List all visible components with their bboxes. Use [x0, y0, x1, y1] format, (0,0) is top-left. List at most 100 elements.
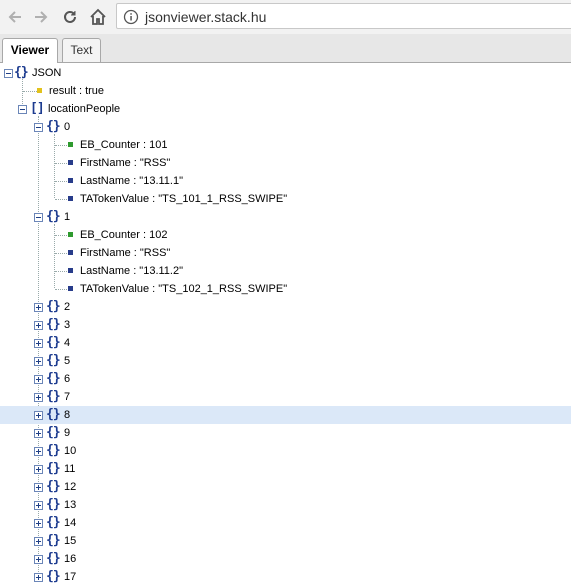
tree-node-lastname[interactable]: LastName : "13.11.1" — [0, 172, 571, 190]
viewer-tabs: Viewer Text — [0, 34, 571, 63]
forward-arrow-icon[interactable] — [30, 6, 52, 28]
tree-node-item-15[interactable]: {} 15 — [0, 532, 571, 550]
boolean-icon — [37, 88, 42, 93]
object-icon: {} — [46, 515, 61, 530]
tree-node-locationpeople[interactable]: [] locationPeople — [0, 100, 571, 118]
info-icon[interactable] — [123, 9, 139, 28]
object-icon: {} — [14, 65, 29, 80]
collapse-icon[interactable] — [34, 213, 43, 222]
object-icon: {} — [46, 353, 61, 368]
collapse-icon[interactable] — [18, 105, 27, 114]
tree-node-item-8[interactable]: {} 8 — [0, 406, 571, 424]
node-label: EB_Counter : 102 — [80, 229, 168, 241]
tree-node-item-12[interactable]: {} 12 — [0, 478, 571, 496]
tree-node-item-10[interactable]: {} 10 — [0, 442, 571, 460]
tree-node-item-4[interactable]: {} 4 — [0, 334, 571, 352]
node-label: 1 — [64, 211, 71, 223]
string-icon — [68, 250, 73, 255]
tree-node-tatokenvalue[interactable]: TATokenValue : "TS_101_1_RSS_SWIPE" — [0, 190, 571, 208]
node-label: JSON — [32, 67, 62, 79]
tree-node-item-16[interactable]: {} 16 — [0, 550, 571, 568]
tree-guide — [55, 271, 67, 272]
tree-node-lastname[interactable]: LastName : "13.11.2" — [0, 262, 571, 280]
tree-node-item-3[interactable]: {} 3 — [0, 316, 571, 334]
node-label: 3 — [64, 319, 71, 331]
address-bar[interactable]: jsonviewer.stack.hu — [116, 3, 571, 29]
expand-icon[interactable] — [34, 501, 43, 510]
node-label: 15 — [64, 535, 77, 547]
tree-node-item-1[interactable]: {} 1 — [0, 208, 571, 226]
object-icon: {} — [46, 119, 61, 134]
expand-icon[interactable] — [34, 483, 43, 492]
browser-toolbar: jsonviewer.stack.hu — [0, 0, 571, 34]
expand-icon[interactable] — [34, 321, 43, 330]
expand-icon[interactable] — [34, 537, 43, 546]
object-icon: {} — [46, 317, 61, 332]
node-label: 14 — [64, 517, 77, 529]
url-text: jsonviewer.stack.hu — [145, 9, 267, 25]
tree-node-item-14[interactable]: {} 14 — [0, 514, 571, 532]
tree-node-eb-counter[interactable]: EB_Counter : 101 — [0, 136, 571, 154]
expand-icon[interactable] — [34, 519, 43, 528]
tree-node-item-7[interactable]: {} 7 — [0, 388, 571, 406]
expand-icon[interactable] — [34, 411, 43, 420]
node-label: 8 — [64, 409, 71, 421]
expand-icon[interactable] — [34, 555, 43, 564]
array-icon: [] — [30, 101, 45, 116]
expand-icon[interactable] — [34, 375, 43, 384]
node-label: 7 — [64, 391, 71, 403]
node-label: 9 — [64, 427, 71, 439]
expand-icon[interactable] — [34, 393, 43, 402]
node-label: 6 — [64, 373, 71, 385]
expand-icon[interactable] — [34, 447, 43, 456]
node-label: result : true — [49, 85, 105, 97]
tree-node-item-2[interactable]: {} 2 — [0, 298, 571, 316]
home-icon[interactable] — [87, 6, 109, 28]
tree-node-item-17[interactable]: {} 17 — [0, 568, 571, 586]
number-icon — [68, 142, 73, 147]
tree-guide — [55, 253, 67, 254]
object-icon: {} — [46, 407, 61, 422]
object-icon: {} — [46, 335, 61, 350]
node-label: FirstName : "RSS" — [80, 157, 171, 169]
node-label: TATokenValue : "TS_102_1_RSS_SWIPE" — [80, 283, 288, 295]
expand-icon[interactable] — [34, 465, 43, 474]
string-icon — [68, 286, 73, 291]
reload-icon[interactable] — [59, 6, 81, 28]
expand-icon[interactable] — [34, 357, 43, 366]
node-label: 2 — [64, 301, 71, 313]
tree-node-firstname[interactable]: FirstName : "RSS" — [0, 244, 571, 262]
collapse-icon[interactable] — [4, 69, 13, 78]
tab-viewer[interactable]: Viewer — [2, 38, 58, 63]
object-icon: {} — [46, 551, 61, 566]
tree-guide — [55, 289, 67, 290]
tree-node-root[interactable]: {} JSON — [0, 64, 571, 82]
tree-guide — [23, 91, 37, 92]
expand-icon[interactable] — [34, 339, 43, 348]
tree-guide — [55, 235, 67, 236]
object-icon: {} — [46, 209, 61, 224]
node-label: 12 — [64, 481, 77, 493]
string-icon — [68, 178, 73, 183]
tree-node-eb-counter[interactable]: EB_Counter : 102 — [0, 226, 571, 244]
json-tree: {} JSON result : true [] locationPeople … — [0, 64, 571, 586]
tree-node-item-9[interactable]: {} 9 — [0, 424, 571, 442]
expand-icon[interactable] — [34, 429, 43, 438]
expand-icon[interactable] — [34, 573, 43, 582]
tree-node-item-5[interactable]: {} 5 — [0, 352, 571, 370]
tree-node-item-11[interactable]: {} 11 — [0, 460, 571, 478]
node-label: TATokenValue : "TS_101_1_RSS_SWIPE" — [80, 193, 288, 205]
tree-node-item-13[interactable]: {} 13 — [0, 496, 571, 514]
collapse-icon[interactable] — [34, 123, 43, 132]
tree-node-result[interactable]: result : true — [0, 82, 571, 100]
tree-node-tatokenvalue[interactable]: TATokenValue : "TS_102_1_RSS_SWIPE" — [0, 280, 571, 298]
tab-text[interactable]: Text — [62, 38, 101, 62]
back-arrow-icon[interactable] — [4, 6, 26, 28]
number-icon — [68, 232, 73, 237]
string-icon — [68, 196, 73, 201]
tree-node-firstname[interactable]: FirstName : "RSS" — [0, 154, 571, 172]
tree-node-item-6[interactable]: {} 6 — [0, 370, 571, 388]
tree-node-item-0[interactable]: {} 0 — [0, 118, 571, 136]
expand-icon[interactable] — [34, 303, 43, 312]
node-label: LastName : "13.11.2" — [80, 265, 183, 277]
